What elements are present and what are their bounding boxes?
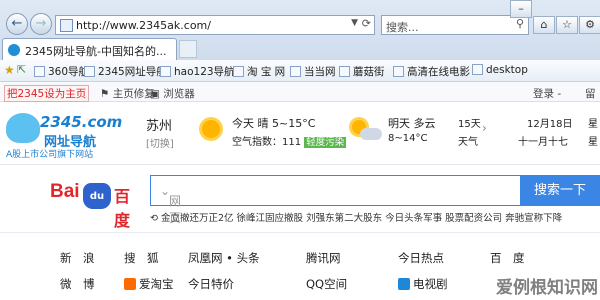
settings-gear-icon[interactable]: ⚙ (579, 16, 600, 34)
browser-search-field[interactable]: 搜索... ⚲ (381, 15, 529, 35)
header-weather: 2345.com 网址导航 A股上市公司旗下网站 苏州 [切换] 今天 晴 5~… (0, 103, 600, 165)
site-link[interactable]: 百 度 (490, 250, 525, 266)
address-bar[interactable]: http://www.2345ak.com/ ▼ ⟳ (55, 15, 375, 35)
url-text: http://www.2345ak.com/ (76, 19, 211, 32)
add-favorite-icon[interactable]: ⇱ (17, 63, 26, 76)
baidu-logo-cn: 百度 (114, 189, 131, 230)
site-link[interactable]: 凤凰网 • 头条 (188, 250, 260, 266)
aitaobao-icon (124, 278, 136, 290)
baidu-search-button[interactable]: 搜索一下 (520, 175, 600, 206)
baidu-search-area: Bai du 百度 网页 ⌄ 搜索一下 ⟲ 金立撤还万正2亿 徐峰江固应撤股 刘… (0, 165, 600, 230)
site-link[interactable]: 今日特价 (188, 276, 234, 292)
date-text: 12月18日 (527, 119, 573, 130)
back-button[interactable]: ← (6, 13, 28, 35)
tab-active[interactable]: 2345网址导航-中国知名的... (2, 38, 177, 60)
favorite-item[interactable]: hao123导航 (160, 64, 235, 79)
search-placeholder: 搜索... (386, 21, 419, 34)
page-command-bar: 把2345设为主页 ⚑ 主页修复 ▣ 浏览器 登录 - 留 (0, 82, 600, 102)
octopus-mascot-icon (6, 113, 40, 143)
sunny-icon (202, 120, 220, 138)
baidu-logo-text: Bai (50, 181, 80, 202)
forward-button[interactable]: → (30, 13, 52, 35)
page-icon (60, 19, 73, 32)
city-switch-link[interactable]: [切换] (146, 135, 174, 150)
site-link[interactable]: 新 浪 (60, 250, 95, 266)
favorite-item[interactable]: 360导航 (34, 64, 89, 79)
search-type-label[interactable]: 网页 ⌄ (160, 184, 181, 225)
air-index: 空气指数：111 轻度污染 (232, 137, 347, 148)
logo-subtitle: A股上市公司旗下网站 (6, 150, 94, 160)
favorites-star-icon[interactable]: ★ (4, 63, 15, 77)
city-name: 苏州 (146, 119, 173, 134)
site-link[interactable]: 今日热点 (398, 250, 444, 266)
favorites-star-icon[interactable]: ☆ (556, 16, 578, 34)
site-link[interactable]: 搜 狐 (124, 250, 159, 266)
tomorrow-temp: 8~14°C (388, 133, 428, 144)
weekday-text: 星 (588, 119, 598, 130)
site-link[interactable]: 电视剧 (398, 276, 448, 292)
site-logo[interactable]: 2345.com 网址导航 A股上市公司旗下网站 (4, 109, 122, 160)
site-favicon (8, 44, 20, 56)
home-icon[interactable]: ⌂ (533, 16, 555, 34)
search-icon[interactable]: ⚲ (516, 17, 524, 30)
today-weather: 今天 晴 5~15°C (232, 117, 316, 130)
cloud-shape (360, 128, 382, 140)
refresh-icon[interactable]: ⟳ (362, 17, 371, 30)
hot-search-links[interactable]: ⟲ 金立撤还万正2亿 徐峰江固应撤股 刘强东第二大股东 今日头条军事 股票配资公… (150, 210, 562, 224)
site-link[interactable]: 爱淘宝 (124, 276, 174, 292)
site-link[interactable]: 腾讯网 (306, 250, 341, 266)
homepage-fix-link[interactable]: ⚑ 主页修复 (100, 86, 155, 101)
set-homepage-link[interactable]: 把2345设为主页 (4, 85, 90, 102)
message-link[interactable]: 留 (585, 86, 596, 101)
lunar-extra: 星 (588, 137, 598, 148)
favorites-bar: ★ ⇱ 360导航 2345网址导航 hao123导航 淘 宝 网 当当网 蘑菇… (0, 60, 600, 82)
tab-title: 2345网址导航-中国知名的... (25, 45, 167, 58)
watermark-text: 爱例根知识网 (496, 278, 598, 298)
baidu-paw-icon: du (83, 183, 111, 209)
minimize-button[interactable]: – (510, 0, 532, 18)
browser-link[interactable]: ▣ 浏览器 (150, 86, 195, 101)
login-link[interactable]: 登录 - (533, 86, 561, 101)
tv-icon (398, 278, 410, 290)
favorite-item[interactable]: 淘 宝 网 (233, 64, 285, 79)
browser-toolbar: ← → http://www.2345ak.com/ ▼ ⟳ 搜索... ⚲ –… (0, 0, 600, 60)
chevron-right-icon[interactable]: › (482, 121, 487, 135)
favorite-item[interactable]: desktop (472, 64, 528, 76)
favorite-item[interactable]: 当当网 (290, 64, 336, 79)
site-link[interactable]: QQ空间 (306, 276, 347, 292)
tomorrow-weather: 明天 多云 (388, 117, 436, 130)
favorite-item[interactable]: 蘑菇街 (339, 64, 385, 79)
favorite-item[interactable]: 2345网址导航 (84, 64, 167, 79)
baidu-search-input[interactable]: 网页 ⌄ (150, 175, 521, 225)
site-link[interactable]: 微 博 (60, 276, 95, 292)
aqi-badge: 轻度污染 (304, 137, 347, 148)
chevron-down-icon[interactable]: ▼ (351, 18, 358, 28)
favorite-item[interactable]: 高清在线电影 (393, 64, 470, 79)
lunar-date: 十一月十七 (518, 137, 568, 148)
logo-domain: 2345.com (40, 113, 123, 131)
days15-link[interactable]: 15天 (458, 115, 481, 130)
new-tab-button[interactable] (179, 40, 197, 58)
weather-link[interactable]: 天气 (458, 133, 478, 148)
